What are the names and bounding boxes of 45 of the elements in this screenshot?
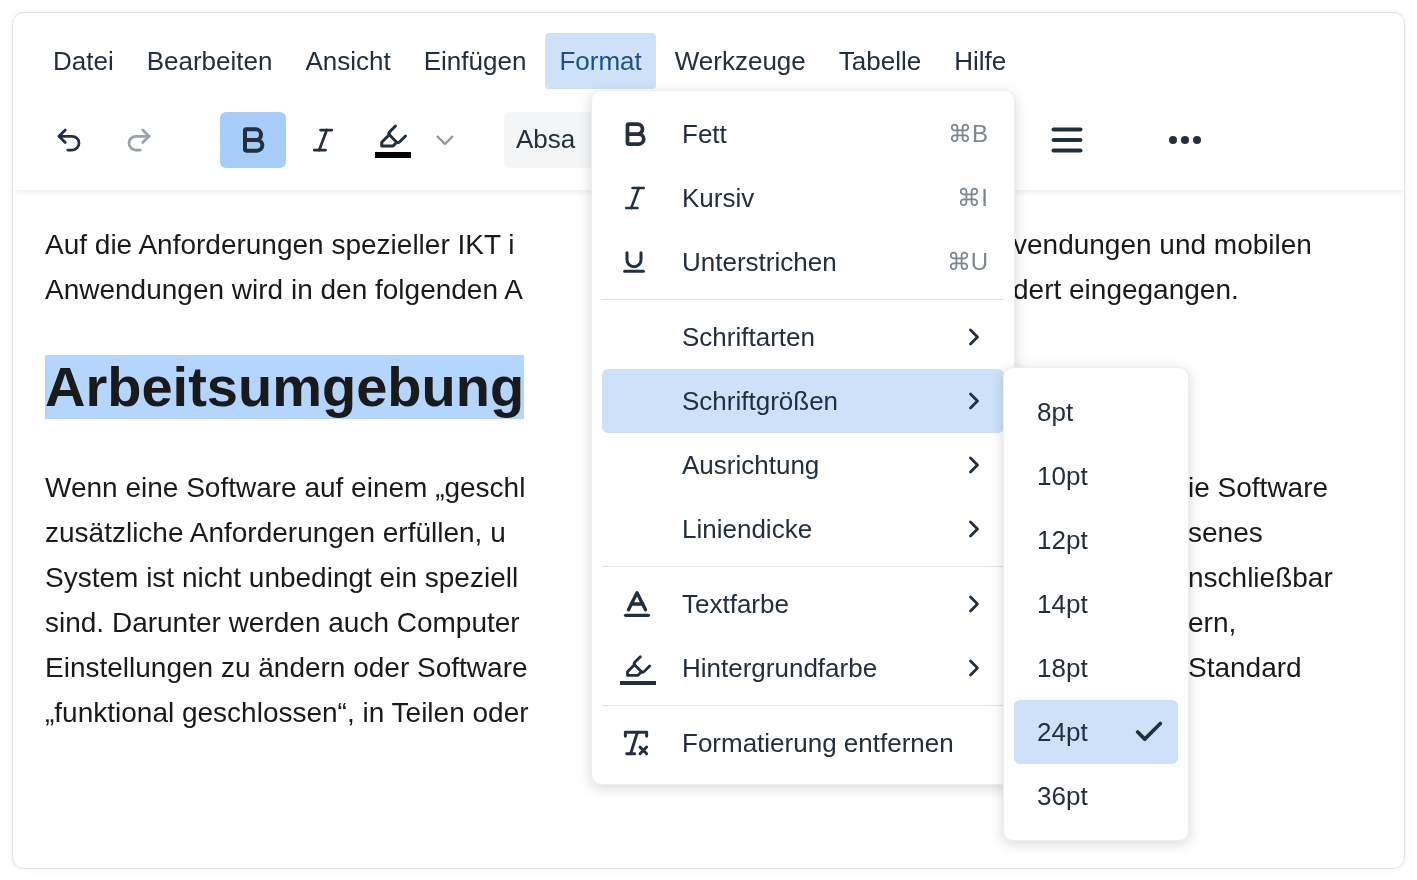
text-line: System ist nicht unbedingt ein speziell (45, 561, 519, 595)
menu-item[interactable]: Unterstrichen ⌘U (602, 230, 1004, 294)
text-line: Wenn eine Software auf einem „geschl (45, 471, 526, 505)
menu-item[interactable]: Formatierung entfernen (602, 711, 1004, 775)
text-line: ern, (1188, 606, 1237, 640)
menu-tab[interactable]: Format (545, 33, 656, 89)
text-line: Einstellungen zu ändern oder Software (45, 651, 528, 685)
menu-item[interactable]: 24pt (1014, 700, 1178, 764)
menu-item[interactable]: Schriftgrößen (602, 369, 1004, 433)
more-icon (1169, 135, 1201, 144)
menu-item[interactable]: Liniendicke (602, 497, 1004, 561)
menu-item[interactable]: 8pt (1014, 380, 1178, 444)
text-line: dert eingegangen. (1013, 273, 1239, 307)
text-line: vendungen und mobilen (1013, 228, 1312, 262)
underline-icon (620, 248, 648, 276)
menu-tab[interactable]: Einfügen (409, 33, 541, 89)
caret-icon (436, 134, 454, 145)
menu-tab[interactable]: Ansicht (291, 33, 405, 89)
menu-item[interactable]: Textfarbe (602, 572, 1004, 636)
menu-item[interactable]: 10pt (1014, 444, 1178, 508)
menu-item[interactable]: 36pt (1014, 764, 1178, 828)
bold-button[interactable] (220, 111, 286, 168)
text-line: „funktional geschlossen“, in Teilen oder (45, 696, 529, 730)
text-line: zusätzliche Anforderungen erfüllen, u (45, 516, 506, 550)
menu-tab[interactable]: Bearbeiten (132, 33, 287, 89)
heading-text: Arbeitsumgebung (45, 355, 525, 419)
text-line: senes (1188, 516, 1263, 550)
text-line: Standard (1188, 651, 1302, 685)
menu-item[interactable]: Kursiv ⌘I (602, 166, 1004, 230)
text-line: nschließbar (1188, 561, 1333, 595)
menu-tab[interactable]: Hilfe (940, 33, 1021, 89)
menu-item[interactable]: Ausrichtung (602, 433, 1004, 497)
menu-item[interactable]: Hintergrundfarbe (602, 636, 1004, 700)
text-line: ie Software (1188, 471, 1329, 505)
text-line: Auf die Anforderungen spezieller IKT i (45, 228, 515, 262)
text-line: Anwendungen wird in den folgenden A (45, 273, 523, 307)
highlighter-icon (375, 121, 411, 158)
text-line: sind. Darunter werden auch Computer (45, 606, 520, 640)
menu-tab[interactable]: Werkzeuge (660, 33, 820, 89)
menu-item[interactable]: Schriftarten (602, 305, 1004, 369)
menu-item[interactable]: 12pt (1014, 508, 1178, 572)
menu-item[interactable]: 18pt (1014, 636, 1178, 700)
menu-tab[interactable]: Tabelle (824, 33, 936, 89)
menu-tab[interactable]: Datei (39, 33, 128, 89)
menu-item[interactable]: 14pt (1014, 572, 1178, 636)
